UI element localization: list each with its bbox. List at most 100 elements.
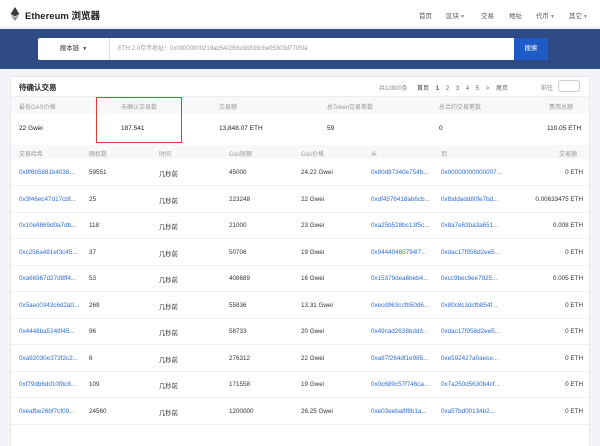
pager-first[interactable]: 首页	[417, 86, 429, 92]
cell-nonce: 24560	[89, 407, 107, 415]
panel-title: 待确认交易	[19, 83, 57, 92]
th-gas-limit: Gas限额	[229, 152, 253, 158]
cell-hash[interactable]: 0xa66967d27d8ff4...	[19, 275, 85, 282]
cell-from[interactable]: 0x15379dea6beb4...	[371, 275, 437, 282]
nav-home[interactable]: 首页	[419, 10, 432, 20]
cell-gas-price: 26.25 Gwei	[301, 407, 333, 415]
pager-next[interactable]: >	[486, 86, 490, 92]
cell-hash[interactable]: 0x10e8869d0a7db...	[19, 222, 85, 229]
cell-gas-price: 22 Gwei	[301, 354, 325, 362]
nav-blocks-label: 区块	[446, 13, 459, 20]
summary-value-token-tx: 59	[327, 125, 335, 132]
th-value: 交易额	[559, 152, 578, 158]
cell-to[interactable]: 0x8a7e63ba3a651...	[441, 222, 507, 229]
pager-page-1[interactable]: 1	[436, 86, 439, 92]
cell-from[interactable]: 0x80d87340e754b...	[371, 169, 437, 176]
cell-to[interactable]: 0x00000000000007...	[441, 169, 507, 176]
nav-tokens-label: 代币	[536, 13, 549, 20]
cell-hash[interactable]: 0xeafbe26bf7cf09...	[19, 408, 85, 415]
cell-hash[interactable]: 0x4448ba5248f45...	[19, 328, 85, 335]
cell-hash[interactable]: 0x3f46ec47d17cbf...	[19, 196, 85, 203]
pager-page-4[interactable]: 4	[466, 86, 469, 92]
nav-blocks[interactable]: 区块▼	[446, 10, 465, 20]
cell-time: 几秒前	[159, 224, 178, 231]
th-from: 从	[371, 152, 378, 158]
cell-hash[interactable]: 0x5aec0343c6d2a0...	[19, 302, 85, 309]
summary-value-amount: 13,848.07 ETH	[219, 125, 263, 132]
search-box: 搜本链▼ 搜索	[38, 38, 548, 60]
cell-gas-limit: 55836	[229, 301, 247, 309]
cell-hash[interactable]: 0xf79db6dd10f8c8...	[19, 381, 85, 388]
chevron-down-icon: ▼	[550, 14, 555, 20]
cell-gas-limit: 45000	[229, 169, 247, 176]
nav-transactions[interactable]: 交易	[481, 10, 494, 20]
cell-from[interactable]: 0xa87f264df1e985...	[371, 355, 437, 362]
cell-to[interactable]: 0x80c8c3dcfb854f...	[441, 302, 507, 309]
cell-from[interactable]: 0xa25b528bc13f5c...	[371, 222, 437, 229]
cell-gas-limit: 171558	[229, 381, 251, 388]
cell-from[interactable]: 0xdf4576418ab6cb...	[371, 196, 437, 203]
cell-to[interactable]: 0xe592427a0aece...	[441, 355, 507, 362]
cell-value: 0 ETH	[565, 381, 583, 388]
cell-nonce: 25	[89, 195, 97, 203]
cell-gas-price: 23 Gwei	[301, 222, 325, 229]
pager-page-3[interactable]: 3	[456, 86, 459, 92]
cell-time: 几秒前	[159, 409, 178, 417]
goto-page-input[interactable]	[558, 80, 580, 92]
cell-gas-price: 20 Gwei	[301, 328, 325, 335]
table-row: 0x9f6b5881b4038... 59551 几秒前 45000 24.22 Gwe…	[11, 160, 589, 186]
search-input[interactable]	[118, 38, 508, 60]
chevron-down-icon: ▼	[82, 46, 88, 52]
cell-value: 0.00633475 ETH	[535, 195, 583, 203]
cell-from[interactable]: 0xe03eeba8f8b1a...	[371, 408, 437, 415]
search-button[interactable]: 搜索	[514, 38, 548, 60]
cell-hash[interactable]: 0xc256a481ef3c45...	[19, 249, 85, 256]
pager-last[interactable]: 尾页	[496, 86, 508, 92]
cell-from[interactable]: 0x49cad2638bdd3...	[371, 328, 437, 335]
table-row: 0xa66967d27d8ff4... 53 几秒前 408689 16 Gwei 0x1…	[11, 266, 589, 292]
summary-header-amount: 交易额	[219, 105, 238, 111]
cell-gas-price: 24.22 Gwei	[301, 169, 333, 176]
nav-tokens[interactable]: 代币▼	[536, 10, 555, 20]
cell-gas-price: 13.31 Gwei	[301, 301, 333, 309]
cell-from[interactable]: 0xecd963ccfb50d6...	[371, 302, 437, 309]
cell-to[interactable]: 0xfbddadd80fe7bd...	[441, 196, 507, 203]
cell-gas-price: 19 Gwei	[301, 381, 325, 388]
cell-to[interactable]: 0x7a250d5630b4cf...	[441, 381, 507, 388]
cell-to[interactable]: 0xa57bd00134b2...	[441, 408, 507, 415]
cell-value: 0.005 ETH	[552, 275, 583, 282]
cell-from[interactable]: 0x94440465794l7...	[371, 249, 437, 256]
cell-to[interactable]: 0xdac17f958d2ee5...	[441, 328, 507, 335]
summary-header-token-tx: 总Token交易笔数	[327, 105, 374, 111]
cell-gas-price: 22 Gwei	[301, 195, 325, 203]
cell-gas-price: 16 Gwei	[301, 275, 325, 282]
table-row: 0xc256a481ef3c45... 37 几秒前 50706 19 Gwei 0x94…	[11, 240, 589, 266]
table-header: 交易哈希 随机数 时间 Gas限额 Gas价格 从 到 交易额	[11, 145, 589, 159]
cell-from[interactable]: 0x0c689c57f746ca...	[371, 381, 437, 388]
table-row: 0x5aec0343c6d2a0... 269 几秒前 55836 13.31 Gwei…	[11, 293, 589, 319]
pager-page-5[interactable]: 5	[476, 86, 479, 92]
cell-nonce: 59551	[89, 169, 107, 176]
chevron-down-icon: ▼	[460, 14, 465, 20]
th-nonce: 随机数	[89, 152, 108, 158]
cell-hash[interactable]: 0x9f6b5881b4038...	[19, 169, 85, 176]
cell-hash[interactable]: 0xa92030e373f2c2...	[19, 355, 85, 362]
cell-time: 几秒前	[159, 250, 178, 258]
cell-to[interactable]: 0xcc9bec9ee7925...	[441, 275, 507, 282]
pager-page-2[interactable]: 2	[446, 86, 449, 92]
brand-title[interactable]: Ethereum 浏览器	[25, 8, 100, 22]
nav-other[interactable]: 其它▼	[569, 10, 588, 20]
table-row: 0x4448ba5248f45... 96 几秒前 58733 20 Gwei 0x49c…	[11, 319, 589, 345]
goto-label: 前往	[541, 86, 554, 92]
summary-value-fee-total: 110.05 ETH	[547, 125, 582, 132]
cell-time: 几秒前	[159, 383, 178, 390]
cell-gas-limit: 408689	[229, 275, 251, 282]
cell-to[interactable]: 0xdac17f958d2ee5...	[441, 249, 507, 256]
cell-value: 0 ETH	[565, 354, 583, 362]
cell-gas-price: 19 Gwei	[301, 248, 325, 256]
cell-gas-limit: 1200000	[229, 407, 254, 415]
cell-time: 几秒前	[159, 356, 178, 364]
top-navbar: Ethereum 浏览器 首页 区块▼ 交易 地址 代币▼ 其它▼	[0, 0, 600, 28]
chain-select-dropdown[interactable]: 搜本链 ▼	[38, 38, 110, 60]
nav-addresses[interactable]: 地址	[509, 10, 522, 20]
